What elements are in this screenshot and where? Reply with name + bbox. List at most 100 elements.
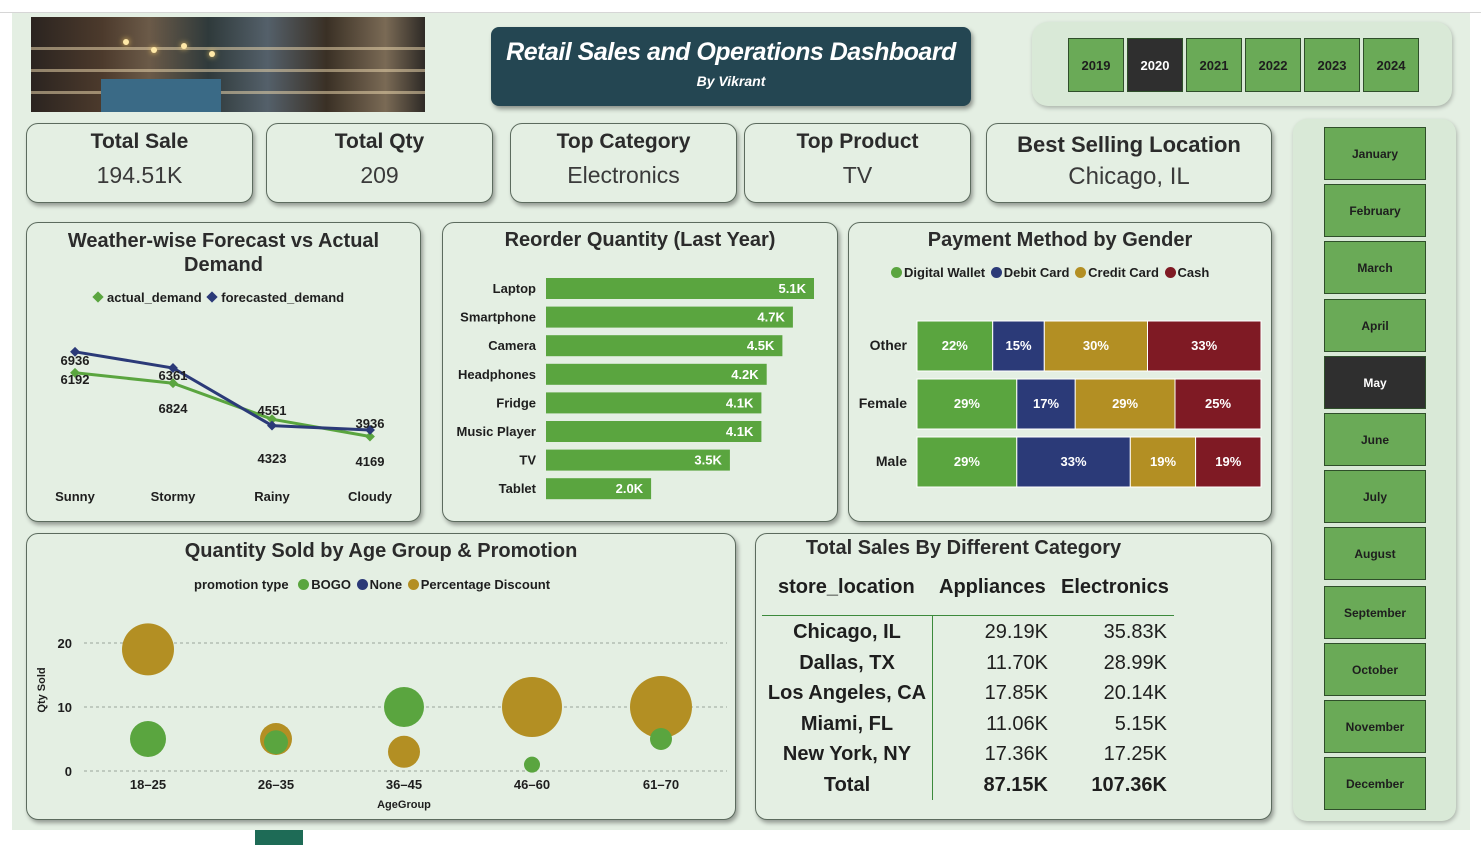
stacked-bar-svg: Other 22% 15% 30% 33% Female 29% 17% 29% 25% Male 2… <box>859 320 1262 488</box>
table-header-divider <box>762 615 1174 616</box>
chart-title: Total Sales By Different Category <box>805 537 1122 559</box>
table-cell-value: 11.06K <box>986 713 1048 735</box>
table-cell-value: 20.14K <box>1103 682 1167 704</box>
y-axis-label: Qty Sold <box>36 667 48 712</box>
data-label: 6192 <box>61 372 90 387</box>
bar-data-label: 2.0K <box>616 481 644 496</box>
segment-data-label: 19% <box>1215 454 1241 469</box>
bubble-percentage-discount <box>388 735 420 768</box>
bar-data-label: 4.2K <box>731 367 759 382</box>
y-category-label: TV <box>519 453 536 468</box>
month-button-august[interactable]: August <box>1324 527 1426 580</box>
bubble-bogo <box>650 728 672 750</box>
kpi-card-total-sale: Total Sale 194.51K <box>26 123 253 203</box>
dashboard-title-banner: Retail Sales and Operations Dashboard By… <box>491 27 971 106</box>
kpi-card-total-qty: Total Qty 209 <box>266 123 493 203</box>
year-button-2024[interactable]: 2024 <box>1363 38 1419 92</box>
x-tick-label: Rainy <box>254 489 290 504</box>
y-category-label: Female <box>859 395 907 411</box>
y-category-label: Laptop <box>493 281 536 296</box>
segment-data-label: 33% <box>1191 338 1217 353</box>
data-label: 6936 <box>61 353 90 368</box>
kpi-value: 209 <box>360 162 399 188</box>
table-cell-location: Los Angeles, CA <box>767 682 927 704</box>
month-button-april[interactable]: April <box>1324 299 1426 352</box>
month-button-july[interactable]: July <box>1324 470 1426 523</box>
bar-data-label: 4.7K <box>757 310 785 325</box>
month-button-february[interactable]: February <box>1324 184 1426 237</box>
y-category-label: Fridge <box>496 395 536 410</box>
segment-data-label: 15% <box>1005 338 1031 353</box>
y-category-label: Camera <box>488 338 536 353</box>
kpi-value: TV <box>842 162 873 188</box>
y-category-label: Music Player <box>457 424 537 439</box>
kpi-card-top-category: Top Category Electronics <box>510 123 737 203</box>
month-button-november[interactable]: November <box>1324 700 1426 753</box>
table-cell-location: Chicago, IL <box>793 621 901 643</box>
y-category-label: Smartphone <box>460 310 536 325</box>
table-cell-value: 11.70K <box>986 652 1048 674</box>
y-tick-label: 20 <box>58 636 72 651</box>
year-button-2019[interactable]: 2019 <box>1068 38 1124 92</box>
page-tab[interactable] <box>255 830 303 845</box>
dashboard-author: By Vikrant <box>696 73 766 89</box>
y-tick-label: 0 <box>65 764 72 779</box>
month-button-january[interactable]: January <box>1324 127 1426 180</box>
year-button-2021[interactable]: 2021 <box>1186 38 1242 92</box>
table-cell-value: 35.83K <box>1103 621 1167 643</box>
bubble-bogo <box>264 730 288 755</box>
x-tick-label: Cloudy <box>348 489 393 504</box>
bottom-page-tabs <box>0 830 1481 845</box>
table-cell-value: 5.15K <box>1114 713 1167 735</box>
table-cell-value: 28.99K <box>1103 652 1167 674</box>
sales-by-category-card: Total Sales By Different Category store_… <box>755 533 1272 820</box>
x-tick-label: Sunny <box>55 489 95 504</box>
bar-data-label: 3.5K <box>694 453 722 468</box>
table-cell-location: Dallas, TX <box>799 652 895 674</box>
x-tick-label: Stormy <box>151 489 197 504</box>
month-button-september[interactable]: September <box>1324 586 1426 639</box>
payment-method-card: Payment Method by Gender Digital Wallet … <box>848 222 1272 522</box>
bar-data-label: 4.1K <box>726 395 754 410</box>
bar-chart-svg: Laptop 5.1K Smartphone 4.7K Camera 4.5K Headph… <box>457 278 814 500</box>
month-button-march[interactable]: March <box>1324 241 1426 294</box>
segment-data-label: 33% <box>1060 454 1086 469</box>
x-tick-label: 26–35 <box>258 777 294 792</box>
year-button-2020[interactable]: 2020 <box>1127 38 1183 92</box>
kpi-value: Chicago, IL <box>1068 163 1190 190</box>
year-button-2023[interactable]: 2023 <box>1304 38 1360 92</box>
table-cell-value: 29.19K <box>984 621 1048 643</box>
table-cell-location: Miami, FL <box>800 713 894 735</box>
year-button-2022[interactable]: 2022 <box>1245 38 1301 92</box>
y-category-label: Headphones <box>458 367 536 382</box>
kpi-value: 194.51K <box>96 162 183 188</box>
segment-data-label: 25% <box>1205 396 1231 411</box>
series-line-forecasted_demand <box>74 350 371 432</box>
bubble-percentage-discount <box>502 677 562 737</box>
bar <box>546 278 814 299</box>
data-label: 4323 <box>258 451 287 466</box>
month-button-october[interactable]: October <box>1324 643 1426 696</box>
bubble-percentage-discount <box>122 623 174 676</box>
store-photo <box>31 17 425 112</box>
table-cell-value: 17.36K <box>984 743 1048 765</box>
kpi-title: Total Sale <box>90 130 189 153</box>
bar <box>546 306 793 328</box>
month-button-december[interactable]: December <box>1324 757 1426 810</box>
data-label: 4551 <box>258 403 287 418</box>
bar-data-label: 5.1K <box>779 281 807 296</box>
segment-data-label: 30% <box>1083 338 1109 353</box>
kpi-title: Top Product <box>796 130 919 153</box>
segment-data-label: 19% <box>1150 454 1176 469</box>
table-total-value: 87.15K <box>983 774 1049 796</box>
month-button-june[interactable]: June <box>1324 413 1426 466</box>
kpi-value: Electronics <box>567 162 680 188</box>
data-label: 3936 <box>356 416 385 431</box>
age-promotion-card: Quantity Sold by Age Group & Promotion p… <box>26 533 736 820</box>
month-button-may[interactable]: May <box>1324 356 1426 409</box>
table-header-location: store_location <box>778 576 915 598</box>
segment-data-label: 29% <box>1112 396 1138 411</box>
segment-data-label: 29% <box>954 454 980 469</box>
table-cell-location: New York, NY <box>782 743 912 765</box>
table-cell-value: 17.85K <box>984 682 1048 704</box>
